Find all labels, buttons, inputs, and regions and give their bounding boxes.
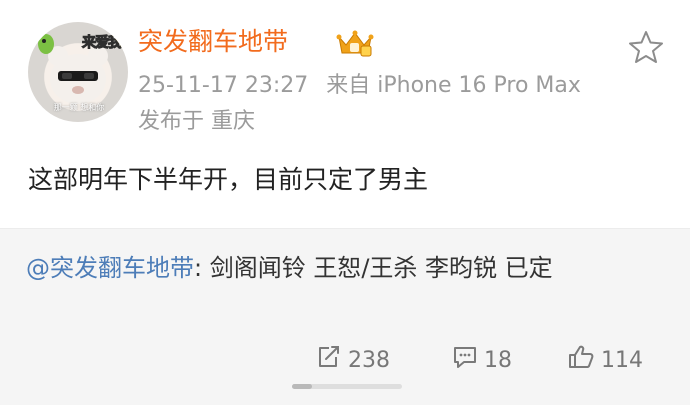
repost-count: 238: [348, 347, 390, 373]
like-count: 114: [601, 347, 643, 373]
repost-icon: [316, 345, 348, 375]
post-source: 来自 iPhone 16 Pro Max: [326, 73, 581, 98]
like-button[interactable]: 114: [567, 344, 643, 376]
comment-icon: [452, 345, 484, 375]
star-icon[interactable]: [628, 30, 664, 68]
repost-text: @突发翻车地带: 剑阁闻铃 王恕/王杀 李昀锐 已定: [26, 249, 656, 287]
crown-icon: [336, 29, 374, 61]
repost-mention-link[interactable]: @突发翻车地带: [26, 254, 194, 282]
scroll-indicator-thumb: [292, 384, 312, 389]
avatar-caption-text: 那一颗 想和你: [53, 103, 105, 112]
repost-section[interactable]: @突发翻车地带: 剑阁闻铃 王恕/王杀 李昀锐 已定: [0, 228, 690, 405]
repost-body: : 剑阁闻铃 王恕/王杀 李昀锐 已定: [194, 254, 553, 282]
post-timestamp: 25-11-17 23:27: [138, 73, 309, 98]
username[interactable]: 突发翻车地带: [138, 24, 288, 60]
repost-button[interactable]: 238: [316, 344, 390, 376]
post-location: 发布于 重庆: [138, 109, 255, 134]
post-meta: 25-11-17 23:27 来自 iPhone 16 Pro Max: [138, 70, 581, 102]
scroll-indicator: [292, 384, 402, 389]
like-icon: [567, 344, 601, 376]
weibo-post: 来爱我 那一颗 想和你 突发翻车地带 25-11-17 23:27 来自 iPho…: [0, 0, 690, 228]
comment-button[interactable]: 18: [452, 344, 512, 376]
avatar-badge-text: 来爱我: [82, 35, 123, 52]
post-content: 这部明年下半年开，目前只定了男主: [28, 165, 429, 194]
user-avatar[interactable]: 来爱我 那一颗 想和你: [28, 22, 128, 122]
comment-count: 18: [484, 347, 512, 373]
